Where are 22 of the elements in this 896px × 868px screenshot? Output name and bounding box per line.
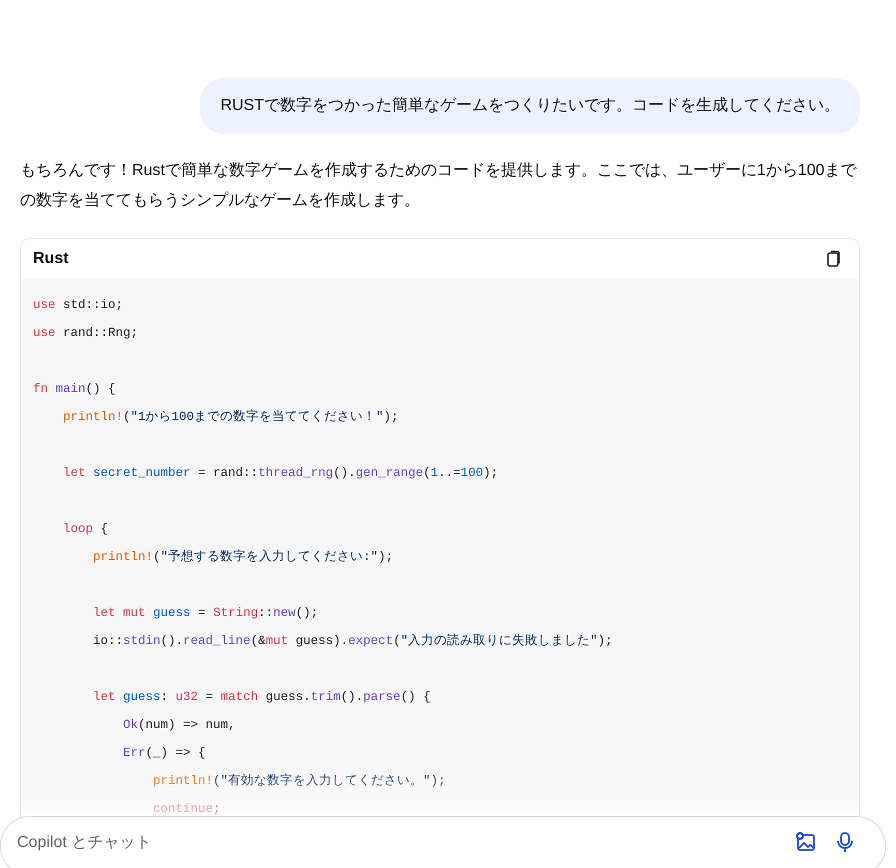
code-line: fn main() { [33, 381, 116, 398]
code-line: println!("1から100までの数字を当ててください！"); [62, 408, 399, 426]
chat-input-field[interactable]: Copilot とチャット [17, 829, 795, 857]
code-line: loop { [62, 521, 108, 538]
code-line: use std::io; [33, 297, 124, 314]
image-add-icon[interactable] [795, 831, 817, 853]
code-line: println!("予想する数字を入力してください:"); [92, 548, 394, 566]
user-message-bubble: RUSTで数字をつかった簡単なゲームをつくりたいです。コードを生成してください。 [200, 78, 860, 134]
code-line: let mut guess = String::new(); [92, 605, 318, 622]
language-label: Rust [33, 249, 69, 269]
chat-input-bar[interactable]: Copilot とチャット [0, 816, 886, 868]
code-line: continue; [152, 801, 221, 818]
assistant-message: もちろんです！Rustで簡単な数字ゲームを作成するためのコードを提供します。ここでは、ユーザーに1から100までの数字を当ててもらうシンプルなゲームを作成します。 [20, 160, 858, 211]
code-line: let secret_number = rand::thread_rng().gen_range(1..=100); [62, 465, 498, 482]
code-line: use rand::Rng; [33, 325, 138, 342]
microphone-icon[interactable] [835, 831, 855, 853]
code-line: println!("有効な数字を入力してください。"); [152, 772, 446, 790]
copy-icon[interactable] [825, 250, 843, 268]
code-line: Err(_) => { [122, 745, 206, 762]
code-line: let guess: u32 = match guess.trim().parse() { [92, 689, 431, 706]
code-line: io::stdin().read_line(&mut guess).expect("入力の読み取りに失敗しました"); [92, 632, 613, 650]
code-line: Ok(num) => num, [122, 717, 236, 734]
